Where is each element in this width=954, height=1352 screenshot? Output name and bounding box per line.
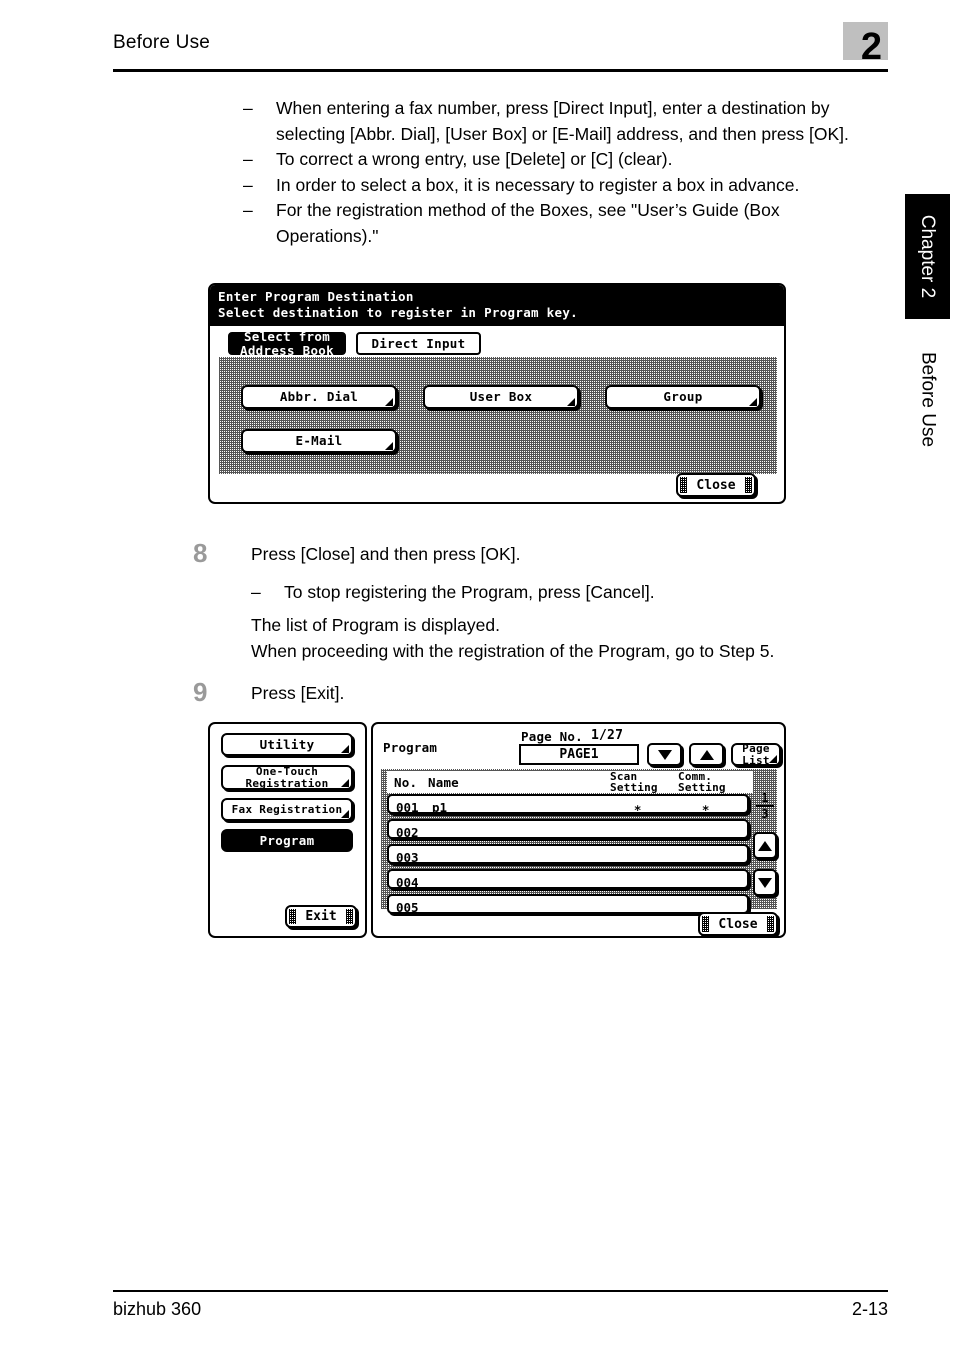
chapter-number: 2 (860, 26, 883, 68)
dash-marker: – (243, 149, 253, 169)
close-button: Close (676, 473, 756, 497)
row-scan-setting: ∗ (634, 800, 642, 815)
scroll-up-button (753, 832, 777, 859)
step-main-text: Press [Close] and then press [OK]. (251, 544, 521, 564)
dash-marker: – (243, 174, 253, 195)
lcd-title-line2: Select destination to register in Progra… (218, 305, 578, 320)
dash-marker: – (243, 200, 253, 220)
arrow-down-icon (758, 877, 772, 888)
button-abbr-dial[interactable]: Abbr. Dial (241, 385, 397, 409)
dash-marker: – (243, 98, 253, 118)
step-extra-line: When proceeding with the registration of… (251, 640, 775, 661)
arrow-down-icon (657, 749, 672, 760)
step-body: Press [Close] and then press [OK]. – To … (251, 542, 891, 664)
button-e-mail[interactable]: E-Mail (241, 429, 397, 453)
scroll-indicator-total: 3 (761, 807, 769, 821)
table-row[interactable]: 004 (387, 869, 749, 890)
page-no-label: Page No. (521, 729, 583, 744)
exit-button: Exit (285, 905, 357, 928)
document-page: Before Use 2 Chapter 2 Before Use – When… (0, 0, 954, 1352)
page-title: Before Use (113, 32, 211, 53)
step-main-text: Press [Exit]. (251, 683, 345, 703)
program-panel-title: Program (383, 740, 438, 755)
notes-list: – When entering a fax number, press [Dir… (243, 96, 883, 249)
row-no: 001 (396, 800, 419, 815)
button-user-box[interactable]: User Box (423, 385, 579, 409)
step-sub-item: – To stop registering the Program, press… (251, 580, 891, 606)
page-up-button (689, 743, 724, 766)
lcd-registration-menu: Utility One-Touch Registration Fax Regis… (208, 722, 367, 938)
step-number: 8 (193, 538, 208, 568)
page-down-button (647, 743, 682, 766)
close-button-label: Close (696, 477, 736, 493)
column-header-scan-setting: Scan Setting (610, 770, 658, 794)
note-text: To correct a wrong entry, use [Delete] o… (276, 149, 673, 169)
lcd-enter-program-destination: Enter Program Destination Select destina… (208, 283, 786, 504)
lcd-work-area (219, 357, 777, 474)
lcd-titlebar: Enter Program Destination Select destina… (210, 285, 784, 326)
note-text: When entering a fax number, press [Direc… (276, 98, 849, 144)
page-no-value: 1/27 (591, 728, 624, 743)
arrow-up-icon (699, 749, 714, 760)
page-list-button[interactable]: Page List (731, 743, 781, 766)
row-comm-setting: ∗ (702, 800, 710, 815)
scroll-down-button (753, 869, 777, 896)
list-item: – When entering a fax number, press [Dir… (243, 96, 883, 147)
footer-rule (113, 1290, 888, 1292)
list-item: – In order to select a box, it is necess… (243, 173, 883, 199)
close-button-label: Close (718, 916, 758, 932)
row-no: 002 (396, 825, 419, 840)
menu-button-utility[interactable]: Utility (221, 733, 353, 756)
exit-button-label: Exit (305, 909, 337, 924)
side-chapter-tab: Chapter 2 (905, 194, 950, 319)
step-sub-text: To stop registering the Program, press [… (284, 581, 655, 602)
tab-select-from-address-book[interactable]: Select from Address Book (228, 330, 346, 357)
menu-button-fax-registration[interactable]: Fax Registration (221, 798, 353, 821)
step-body: Press [Exit]. (251, 681, 891, 707)
footer-page-number: 2-13 (851, 1299, 888, 1319)
tab-direct-input[interactable]: Direct Input (356, 332, 481, 355)
row-no: 004 (396, 875, 419, 890)
side-section-tab-label: Before Use (917, 351, 939, 448)
row-name: p1 (432, 800, 448, 815)
step-number: 9 (193, 677, 208, 707)
table-row[interactable]: 003 (387, 844, 749, 865)
step-extra-line: The list of Program is displayed. (251, 615, 500, 635)
menu-button-program[interactable]: Program (221, 829, 353, 852)
row-no: 005 (396, 900, 419, 915)
column-header-comm-setting: Comm. Setting (678, 770, 726, 794)
lcd-program-list: Program Page No. 1/27 PAGE1 Page List No… (371, 722, 786, 938)
table-row[interactable]: 001 p1 ∗ ∗ (387, 794, 749, 815)
table-row[interactable]: 002 (387, 819, 749, 840)
scroll-indicator-current: 1 (756, 792, 774, 807)
arrow-up-icon (758, 840, 772, 851)
header-rule (113, 69, 888, 72)
lcd-title-line1: Enter Program Destination (218, 289, 414, 304)
note-text: For the registration method of the Boxes… (276, 200, 780, 246)
column-header-no: No. (394, 775, 418, 790)
list-item: – To correct a wrong entry, use [Delete]… (243, 147, 883, 173)
column-header-name: Name (428, 775, 459, 790)
page-header: Before Use (113, 28, 888, 72)
side-chapter-tab-label: Chapter 2 (917, 214, 938, 299)
page-field: PAGE1 (519, 744, 639, 765)
note-text: In order to select a box, it is necessar… (276, 174, 800, 195)
list-item: – For the registration method of the Box… (243, 198, 883, 249)
close-button: Close (698, 912, 778, 936)
dash-marker: – (251, 581, 261, 602)
page-field-value: PAGE1 (559, 747, 599, 762)
menu-button-one-touch-registration[interactable]: One-Touch Registration (221, 765, 353, 790)
table-row[interactable]: 005 (387, 894, 749, 915)
side-section-tab: Before Use (905, 335, 950, 465)
scroll-position-indicator: 1 3 (756, 792, 774, 820)
button-group[interactable]: Group (605, 385, 761, 409)
row-no: 003 (396, 850, 419, 865)
